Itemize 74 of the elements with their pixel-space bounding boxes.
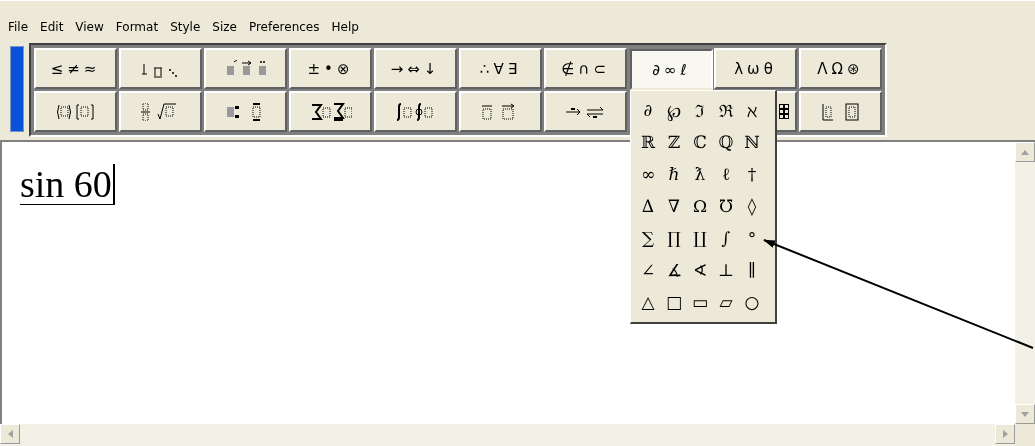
menu-item[interactable]: Style [164,18,207,36]
template-palette-button[interactable] [459,91,542,132]
symbol-palette-button[interactable]: λωθ [714,48,797,89]
symbol-palette-button[interactable]: ±•⊗ [289,48,372,89]
horizontal-scrollbar[interactable] [0,424,1015,446]
symbol-item[interactable]: ▭ [687,286,713,318]
symbol-item[interactable]: ○ [739,286,765,318]
symbol-item[interactable]: ∐ [687,222,713,254]
matrix-icon [819,102,862,121]
symbol-item[interactable]: † [739,158,765,190]
symbol-item[interactable]: ∫ [713,222,739,254]
symbol-item[interactable]: ∠ [635,254,661,286]
scroll-up-button[interactable] [1015,142,1035,162]
symbol-item[interactable]: ◊ [739,190,765,222]
symbol-palette-button[interactable]: ∴∀∃ [459,48,542,89]
template-palette-button[interactable] [204,48,287,89]
matrix-grid-icon [779,104,789,119]
symbol-item[interactable]: ▱ [713,286,739,318]
symbol-item[interactable]: △ [635,286,661,318]
symbol-item[interactable]: ⊥ [713,254,739,286]
symbol-item[interactable]: ∑ [635,222,661,254]
symbol-item[interactable]: ∇ [661,190,687,222]
symbol-item[interactable]: ° [739,222,765,254]
menu-item[interactable]: Help [325,18,365,36]
menu-item[interactable]: Preferences [242,18,326,36]
equation-text: sin 60 [20,164,115,205]
menu-item[interactable]: Edit [34,18,70,36]
up-arrow-icon [1021,149,1029,155]
toolbar-grip[interactable] [10,46,24,132]
template-palette-button[interactable] [34,91,117,132]
symbol-item[interactable]: ∡ [661,254,687,286]
symbol-item[interactable]: ℘ [661,94,687,126]
left-arrow-icon [7,430,13,438]
scroll-right-button[interactable] [995,424,1015,444]
accent-icon [224,59,267,78]
symbol-palette-button[interactable]: ΛΩ⊛ [799,48,882,89]
symbol-palette-button[interactable]: ∂∞ℓ [630,49,713,90]
menu-item[interactable]: View [69,18,110,36]
template-palette-button[interactable] [799,91,882,132]
symbol-item[interactable]: ∥ [739,254,765,286]
symbol-item[interactable]: ∢ [687,254,713,286]
template-palette-button[interactable] [119,91,202,132]
symbol-item[interactable]: ℓ [713,158,739,190]
scrollbar-corner [1015,424,1035,446]
symbol-item[interactable]: ℜ [713,94,739,126]
symbol-item[interactable]: ∆ [635,190,661,222]
symbol-item[interactable]: ƛ [687,158,713,190]
symbol-item[interactable]: □ [661,286,687,318]
right-arrow-icon [1002,430,1008,438]
symbol-palette-button[interactable]: ∉∩⊂ [544,48,627,89]
symbol-item[interactable]: ℏ [661,158,687,190]
summation-icon [309,102,352,121]
symbol-item[interactable]: ∏ [661,222,687,254]
symbol-item[interactable]: Ω [687,190,713,222]
template-palette-button[interactable] [289,91,372,132]
symbol-palette-button[interactable]: ≤≠≈ [34,48,117,89]
menu-item[interactable]: Size [206,18,243,36]
symbol-item[interactable]: ℑ [687,94,713,126]
template-palette-button[interactable] [374,91,457,132]
menu-item[interactable]: Format [109,18,165,36]
symbol-item[interactable]: ∞ [635,158,661,190]
template-palette-button[interactable] [119,48,202,89]
down-arrow-icon [1021,411,1029,417]
fences-icon [54,102,97,121]
scroll-down-button[interactable] [1015,404,1035,424]
symbol-palette-button[interactable]: →⇔↓ [374,48,457,89]
template-palette-button[interactable] [204,91,287,132]
scroll-left-button[interactable] [0,424,20,444]
vertical-scrollbar[interactable] [1015,142,1035,424]
template-palette-button[interactable] [544,91,627,132]
symbol-item[interactable]: ℧ [713,190,739,222]
symbol-item[interactable]: ℵ [739,94,765,126]
symbol-item[interactable]: ∂ [635,94,661,126]
menu-item[interactable]: File [2,18,35,36]
